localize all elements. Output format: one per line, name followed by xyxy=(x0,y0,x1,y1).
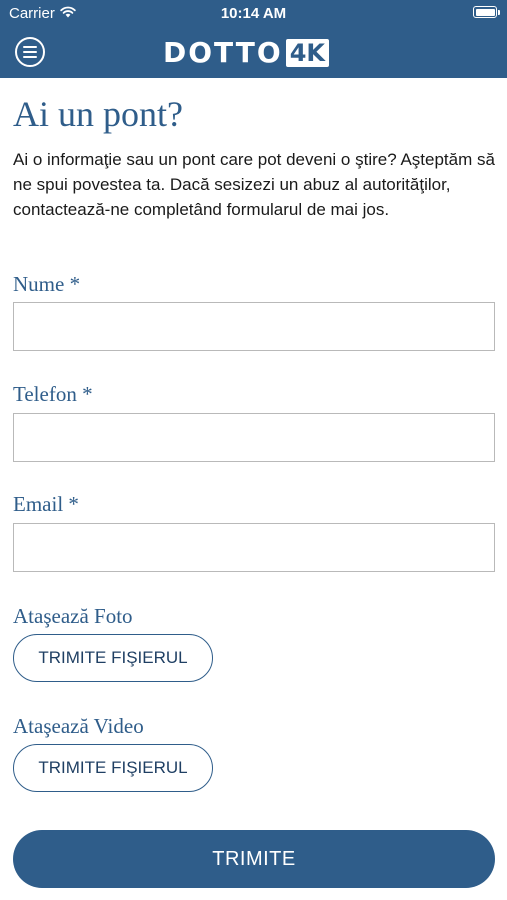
logo-text: DOTTO xyxy=(163,36,283,69)
phone-label: Telefon * xyxy=(13,382,93,406)
battery-icon xyxy=(473,6,500,18)
submit-button[interactable]: TRIMITE xyxy=(13,830,495,888)
logo-badge: 4K xyxy=(285,39,329,67)
upload-photo-button[interactable]: TRIMITE FIŞIERUL xyxy=(13,634,213,682)
app-header: Carrier 10:14 AM DOTTO 4K xyxy=(0,0,507,78)
name-label: Nume * xyxy=(13,272,81,296)
upload-video-button[interactable]: TRIMITE FIŞIERUL xyxy=(13,744,213,792)
phone-field[interactable] xyxy=(13,413,495,462)
email-label: Email * xyxy=(13,492,79,516)
page-title: Ai un pont? xyxy=(13,94,183,134)
hamburger-menu-icon[interactable] xyxy=(15,37,45,67)
name-field[interactable] xyxy=(13,302,495,351)
intro-text: Ai o informaţie sau un pont care pot dev… xyxy=(13,150,495,219)
status-time: 10:14 AM xyxy=(220,5,287,22)
status-bar: Carrier 10:14 AM xyxy=(0,0,507,28)
photo-label: Ataşează Foto xyxy=(13,604,133,628)
email-field[interactable] xyxy=(13,523,495,572)
battery-level xyxy=(475,8,495,16)
app-logo: DOTTO 4K xyxy=(163,38,329,68)
tip-form: Ai un pont? Ai o informaţie sau un pont … xyxy=(13,78,495,888)
video-label: Ataşează Video xyxy=(13,714,144,738)
